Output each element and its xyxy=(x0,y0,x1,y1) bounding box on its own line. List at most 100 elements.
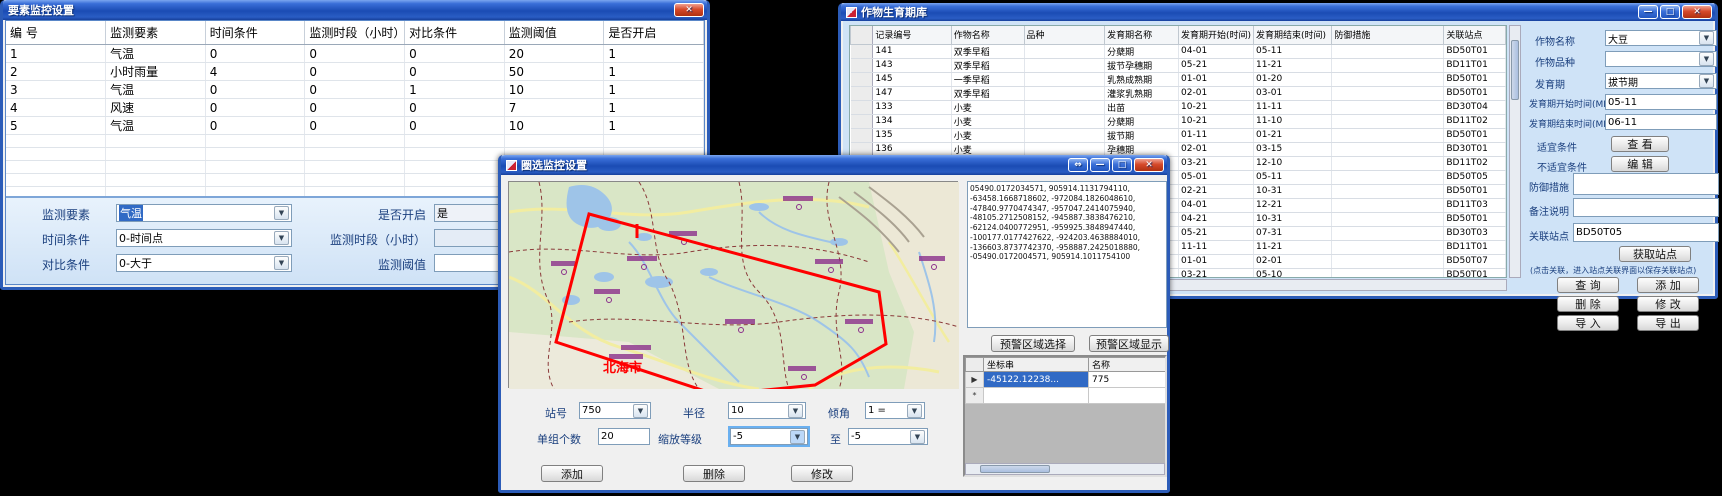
chevron-down-icon[interactable]: ▼ xyxy=(788,404,803,418)
vertical-scrollbar[interactable] xyxy=(1509,25,1521,278)
close-icon[interactable]: ✕ xyxy=(1682,5,1712,19)
table-cell: 双季早稻 xyxy=(951,44,1024,58)
chevron-down-icon[interactable]: ▼ xyxy=(274,256,289,270)
chevron-down-icon[interactable]: ▼ xyxy=(910,430,925,444)
zoom-to-combo[interactable]: -5▼ xyxy=(848,428,928,445)
maximize-icon[interactable]: □ xyxy=(1660,5,1680,19)
close-icon[interactable]: ✕ xyxy=(1134,158,1164,172)
crop-name-combo[interactable]: 大豆▼ xyxy=(1605,30,1717,46)
table-header-row: 记录编号作物名称品种发育期名称发育期开始(时间)发育期结束(时间)防御措施关联站… xyxy=(851,26,1506,44)
close-icon[interactable]: ✕ xyxy=(674,3,704,17)
table-row[interactable]: 3气温001101 xyxy=(6,81,704,99)
station-no-combo[interactable]: 750▼ xyxy=(579,402,651,419)
window-title: 圈选监控设置 xyxy=(521,157,587,173)
map-canvas[interactable]: 北海市 xyxy=(508,181,958,388)
table-cell: 0 xyxy=(205,45,305,63)
delete-region-button[interactable]: 删除 xyxy=(683,465,745,482)
chevron-down-icon[interactable]: ▼ xyxy=(274,231,289,245)
angle-combo[interactable]: 1 =▼ xyxy=(865,402,925,419)
chevron-down-icon[interactable]: ▼ xyxy=(790,430,805,444)
chevron-down-icon[interactable]: ▼ xyxy=(1699,52,1714,66)
restore-icon[interactable]: ⇔ xyxy=(1068,158,1088,172)
stage-end-input[interactable]: 06-11 xyxy=(1605,114,1717,130)
element-monitor-titlebar[interactable]: 要素监控设置 ✕ xyxy=(3,0,707,20)
time-cond-combo[interactable]: 0-时间点 ▼ xyxy=(116,229,292,247)
table-cell: 10-31 xyxy=(1254,212,1332,226)
table-cell: 12-21 xyxy=(1254,198,1332,212)
circle-select-titlebar[interactable]: 圈选监控设置 ⇔ — □ ✕ xyxy=(501,155,1167,175)
get-station-button[interactable]: 获取站点 xyxy=(1619,246,1691,262)
table-row[interactable]: 135小麦拔节期01-1101-21BD50T01 xyxy=(851,128,1506,142)
group-count-input[interactable]: 20 xyxy=(598,428,650,445)
table-cell: 04-01 xyxy=(1179,44,1254,58)
modify-region-button[interactable]: 修改 xyxy=(791,465,853,482)
table-cell: BD11T01 xyxy=(1444,240,1506,254)
grid-cell-name: 775 xyxy=(1089,372,1166,388)
table-cell: 0 xyxy=(305,81,405,99)
table-row[interactable]: 136小麦孕穗期02-0103-15BD30T01 xyxy=(851,142,1506,156)
minimize-icon[interactable]: — xyxy=(1090,158,1110,172)
table-cell: 01-11 xyxy=(1179,128,1254,142)
import-button[interactable]: 导 入 xyxy=(1557,315,1619,331)
region-grid-container: 坐标串 名称 ▶ -45122.12238... 775 * xyxy=(963,355,1167,477)
zoom-level-combo[interactable]: -5▼ xyxy=(730,428,808,445)
table-cell: 134 xyxy=(873,114,951,128)
table-row[interactable]: 5气温000101 xyxy=(6,117,704,135)
horizontal-scrollbar[interactable] xyxy=(965,463,1165,475)
table-row[interactable]: 4风速00071 xyxy=(6,99,704,117)
crop-stage-titlebar[interactable]: 作物生育期库 — □ ✕ xyxy=(841,3,1715,21)
table-row[interactable]: 145一季早稻乳熟成熟期01-0101-20BD50T01 xyxy=(851,72,1506,86)
stage-start-input[interactable]: 05-11 xyxy=(1605,94,1717,110)
unsuitable-cond-button[interactable]: 编 辑 xyxy=(1611,156,1669,172)
table-cell: 145 xyxy=(873,72,951,86)
table-cell: BD50T01 xyxy=(1444,128,1506,142)
table-cell: 10 xyxy=(504,117,604,135)
compare-combo[interactable]: 0-大于 ▼ xyxy=(116,254,292,272)
query-button[interactable]: 查 询 xyxy=(1557,277,1619,293)
grid-new-row[interactable]: * xyxy=(966,388,1166,404)
area-show-button[interactable]: 预警区域显示 xyxy=(1089,335,1169,352)
delete-button[interactable]: 删 除 xyxy=(1557,296,1619,312)
minimize-icon[interactable]: — xyxy=(1638,5,1658,19)
area-select-button[interactable]: 预警区域选择 xyxy=(991,335,1075,352)
defense-label: 防御措施 xyxy=(1529,179,1569,194)
table-row[interactable]: 143双季早稻拔节孕穗期05-2111-21BD11T01 xyxy=(851,58,1506,72)
table-cell xyxy=(1332,184,1444,198)
table-row[interactable]: 141双季早稻分蘖期04-0105-11BD50T01 xyxy=(851,44,1506,58)
table-cell: 1 xyxy=(604,45,704,63)
stage-combo[interactable]: 拔节期▼ xyxy=(1605,73,1717,89)
modify-button[interactable]: 修 改 xyxy=(1637,296,1699,312)
table-row[interactable]: 147双季早稻灌浆乳熟期02-0103-01BD50T01 xyxy=(851,86,1506,100)
suitable-cond-button[interactable]: 查 看 xyxy=(1611,136,1669,152)
export-button[interactable]: 导 出 xyxy=(1637,315,1699,331)
column-header: 记录编号 xyxy=(873,26,951,44)
defense-textarea[interactable] xyxy=(1573,173,1719,195)
station-input[interactable]: BD50T05 xyxy=(1573,223,1719,242)
table-cell: 11-10 xyxy=(1254,114,1332,128)
table-row[interactable]: 133小麦出苗10-2111-11BD30T04 xyxy=(851,100,1506,114)
chevron-down-icon[interactable]: ▼ xyxy=(274,206,289,220)
table-row[interactable]: 134小麦分蘖期10-2111-10BD11T02 xyxy=(851,114,1506,128)
element-combo[interactable]: 气温 ▼ xyxy=(116,204,292,222)
maximize-icon[interactable]: □ xyxy=(1112,158,1132,172)
radius-combo[interactable]: 10▼ xyxy=(728,402,806,419)
chevron-down-icon[interactable]: ▼ xyxy=(907,404,922,418)
table-cell: 孕穗期 xyxy=(1105,142,1179,156)
column-header: 是否开启 xyxy=(604,21,704,45)
table-row[interactable]: 2小时雨量400501 xyxy=(6,63,704,81)
grid-row-selected[interactable]: ▶ -45122.12238... 775 xyxy=(966,372,1166,388)
remark-textarea[interactable] xyxy=(1573,198,1719,217)
table-row[interactable]: 1气温000201 xyxy=(6,45,704,63)
remark-label: 备注说明 xyxy=(1529,203,1569,218)
coordinates-textbox[interactable]: 05490.0172034571, 905914.1131794110, -63… xyxy=(967,181,1167,328)
add-button[interactable]: 添 加 xyxy=(1637,277,1699,293)
chevron-down-icon[interactable]: ▼ xyxy=(1699,74,1714,88)
table-cell: 03-21 xyxy=(1179,268,1254,278)
column-header: 监测时段（小时） xyxy=(305,21,405,45)
table-cell: BD50T01 xyxy=(1444,184,1506,198)
variety-combo[interactable]: ▼ xyxy=(1605,51,1717,67)
table-cell: 03-01 xyxy=(1254,86,1332,100)
chevron-down-icon[interactable]: ▼ xyxy=(633,404,648,418)
chevron-down-icon[interactable]: ▼ xyxy=(1699,31,1714,45)
add-region-button[interactable]: 添加 xyxy=(541,465,603,482)
